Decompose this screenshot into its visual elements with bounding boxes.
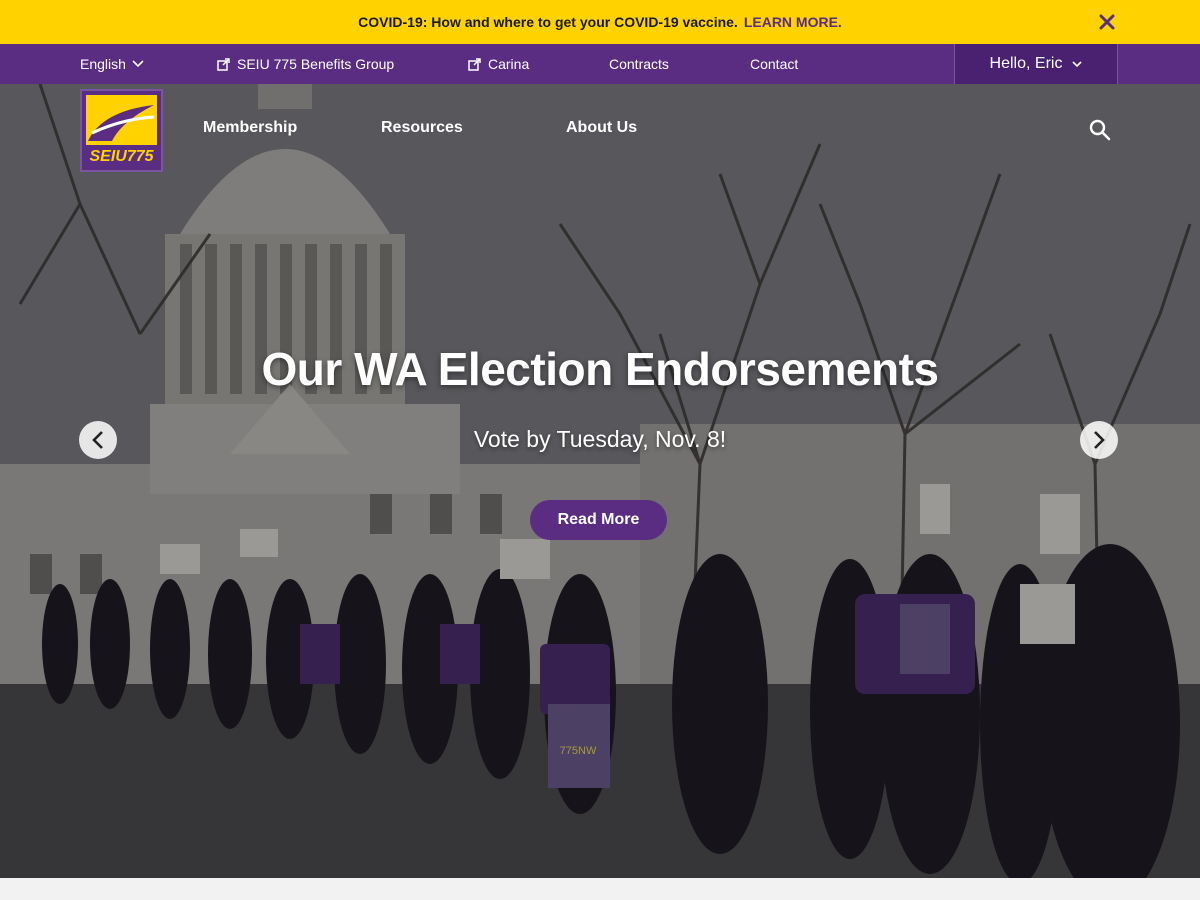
close-icon[interactable] (1094, 9, 1120, 35)
account-menu[interactable]: Hello, Eric (954, 44, 1118, 84)
alert-learn-more-link[interactable]: LEARN MORE. (744, 14, 842, 30)
contracts-label: Contracts (609, 56, 669, 72)
chevron-down-icon (132, 60, 144, 68)
read-more-button[interactable]: Read More (530, 500, 667, 540)
logo-text: SEIU775 (89, 148, 154, 165)
search-icon[interactable] (1088, 118, 1112, 142)
alert-banner: COVID-19: How and where to get your COVI… (0, 0, 1200, 44)
page-below-fold (0, 878, 1200, 900)
benefits-group-label: SEIU 775 Benefits Group (237, 56, 395, 72)
greeting-label: Hello, Eric (989, 55, 1063, 72)
contact-label: Contact (750, 56, 799, 72)
external-link-icon (217, 57, 230, 71)
nav-resources[interactable]: Resources (381, 119, 463, 137)
logo-mark: SEIU775 (86, 95, 157, 165)
hero-carousel: 775NW SEIU775 Membership Resources About… (0, 84, 1200, 878)
alert-message: COVID-19: How and where to get your COVI… (358, 14, 738, 30)
external-link-icon (468, 57, 481, 71)
benefits-group-link[interactable]: SEIU 775 Benefits Group (217, 44, 394, 84)
hero-overlay (0, 84, 1200, 878)
nav-about-us[interactable]: About Us (566, 119, 637, 137)
carina-link[interactable]: Carina (468, 44, 529, 84)
contact-link[interactable]: Contact (750, 44, 798, 84)
hero-subtitle: Vote by Tuesday, Nov. 8! (473, 426, 727, 452)
nav-membership[interactable]: Membership (203, 119, 297, 137)
language-selector[interactable]: English (80, 44, 144, 84)
language-label: English (80, 56, 126, 72)
site-logo[interactable]: SEIU775 (80, 89, 163, 172)
carousel-prev-button[interactable] (79, 421, 117, 459)
hero-title: Our WA Election Endorsements (261, 343, 939, 395)
carina-label: Carina (488, 56, 530, 72)
chevron-right-icon (1094, 431, 1105, 449)
contracts-link[interactable]: Contracts (609, 44, 669, 84)
utility-bar: English SEIU 775 Benefits Group Carina C… (0, 44, 1200, 84)
chevron-left-icon (92, 431, 103, 449)
chevron-down-icon (1072, 60, 1083, 67)
carousel-next-button[interactable] (1080, 421, 1118, 459)
